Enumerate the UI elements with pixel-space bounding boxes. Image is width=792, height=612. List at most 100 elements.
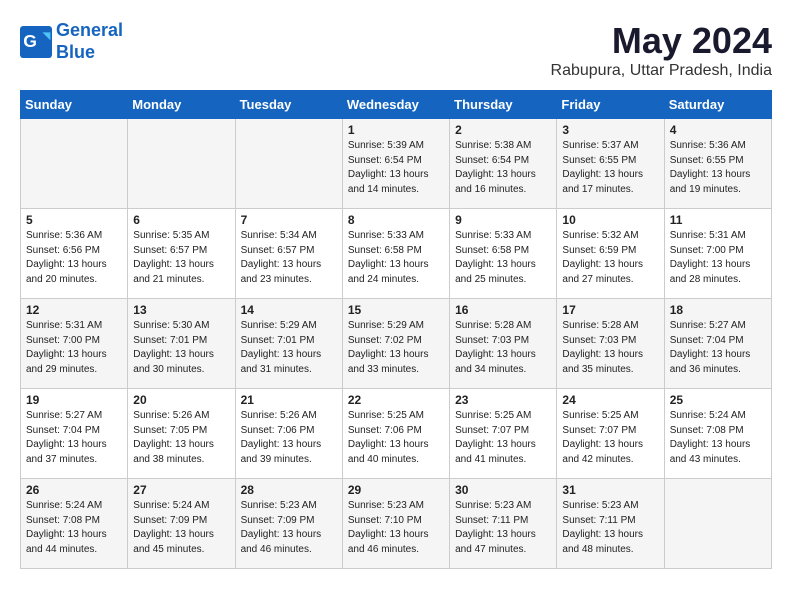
day-number: 8 bbox=[348, 213, 444, 227]
weekday-header: Friday bbox=[557, 91, 664, 119]
calendar-cell: 6Sunrise: 5:35 AM Sunset: 6:57 PM Daylig… bbox=[128, 209, 235, 299]
day-info: Sunrise: 5:23 AM Sunset: 7:09 PM Dayligh… bbox=[241, 499, 337, 557]
calendar-cell: 20Sunrise: 5:26 AM Sunset: 7:05 PM Dayli… bbox=[128, 389, 235, 479]
calendar-cell: 26 Sunrise: 5:24 AM Sunset: 7:08 PM Dayli… bbox=[21, 479, 128, 569]
day-number: 23 bbox=[455, 393, 551, 407]
day-info: Sunrise: 5:30 AM Sunset: 7:01 PM Dayligh… bbox=[133, 319, 229, 377]
day-info: Sunrise: 5:34 AM Sunset: 6:57 PM Dayligh… bbox=[241, 229, 337, 287]
weekday-header: Thursday bbox=[450, 91, 557, 119]
day-info: Sunrise: 5:25 AM Sunset: 7:07 PM Dayligh… bbox=[562, 409, 658, 467]
day-number: 27 bbox=[133, 483, 229, 497]
calendar-cell: 11 Sunrise: 5:31 AM Sunset: 7:00 PM Dayli… bbox=[664, 209, 771, 299]
calendar-cell: 29Sunrise: 5:23 AM Sunset: 7:10 PM Dayli… bbox=[342, 479, 449, 569]
day-info: Sunrise: 5:29 AM Sunset: 7:02 PM Dayligh… bbox=[348, 319, 444, 377]
day-number: 22 bbox=[348, 393, 444, 407]
day-info: Sunrise: 5:24 AM Sunset: 7:08 PM Dayligh… bbox=[670, 409, 766, 467]
calendar-cell: 23 Sunrise: 5:25 AM Sunset: 7:07 PM Dayli… bbox=[450, 389, 557, 479]
day-number: 16 bbox=[455, 303, 551, 317]
day-info: Sunrise: 5:25 AM Sunset: 7:06 PM Dayligh… bbox=[348, 409, 444, 467]
day-number: 25 bbox=[670, 393, 766, 407]
calendar-cell: 18Sunrise: 5:27 AM Sunset: 7:04 PM Dayli… bbox=[664, 299, 771, 389]
calendar-cell: 13Sunrise: 5:30 AM Sunset: 7:01 PM Dayli… bbox=[128, 299, 235, 389]
day-info: Sunrise: 5:33 AM Sunset: 6:58 PM Dayligh… bbox=[348, 229, 444, 287]
day-info: Sunrise: 5:32 AM Sunset: 6:59 PM Dayligh… bbox=[562, 229, 658, 287]
calendar-cell: 30Sunrise: 5:23 AM Sunset: 7:11 PM Dayli… bbox=[450, 479, 557, 569]
calendar-header: SundayMondayTuesdayWednesdayThursdayFrid… bbox=[21, 91, 772, 119]
logo-icon: G bbox=[20, 26, 52, 58]
day-number: 10 bbox=[562, 213, 658, 227]
day-info: Sunrise: 5:25 AM Sunset: 7:07 PM Dayligh… bbox=[455, 409, 551, 467]
calendar-cell: 28 Sunrise: 5:23 AM Sunset: 7:09 PM Dayli… bbox=[235, 479, 342, 569]
day-info: Sunrise: 5:26 AM Sunset: 7:06 PM Dayligh… bbox=[241, 409, 337, 467]
calendar-cell bbox=[664, 479, 771, 569]
calendar-cell bbox=[21, 119, 128, 209]
day-number: 11 bbox=[670, 213, 766, 227]
day-number: 24 bbox=[562, 393, 658, 407]
day-number: 31 bbox=[562, 483, 658, 497]
weekday-header: Sunday bbox=[21, 91, 128, 119]
calendar-cell: 17 Sunrise: 5:28 AM Sunset: 7:03 PM Dayli… bbox=[557, 299, 664, 389]
day-info: Sunrise: 5:29 AM Sunset: 7:01 PM Dayligh… bbox=[241, 319, 337, 377]
day-number: 14 bbox=[241, 303, 337, 317]
calendar-cell: 3Sunrise: 5:37 AM Sunset: 6:55 PM Daylig… bbox=[557, 119, 664, 209]
day-info: Sunrise: 5:28 AM Sunset: 7:03 PM Dayligh… bbox=[562, 319, 658, 377]
weekday-header: Monday bbox=[128, 91, 235, 119]
day-number: 28 bbox=[241, 483, 337, 497]
calendar-cell: 1 Sunrise: 5:39 AM Sunset: 6:54 PM Daylig… bbox=[342, 119, 449, 209]
calendar-subtitle: Rabupura, Uttar Pradesh, India bbox=[551, 62, 772, 80]
day-number: 15 bbox=[348, 303, 444, 317]
day-number: 2 bbox=[455, 123, 551, 137]
weekday-row: SundayMondayTuesdayWednesdayThursdayFrid… bbox=[21, 91, 772, 119]
day-number: 30 bbox=[455, 483, 551, 497]
day-number: 21 bbox=[241, 393, 337, 407]
calendar-cell: 25 Sunrise: 5:24 AM Sunset: 7:08 PM Dayli… bbox=[664, 389, 771, 479]
day-info: Sunrise: 5:27 AM Sunset: 7:04 PM Dayligh… bbox=[26, 409, 122, 467]
calendar-cell: 15 Sunrise: 5:29 AM Sunset: 7:02 PM Dayli… bbox=[342, 299, 449, 389]
calendar-cell: 2Sunrise: 5:38 AM Sunset: 6:54 PM Daylig… bbox=[450, 119, 557, 209]
day-info: Sunrise: 5:39 AM Sunset: 6:54 PM Dayligh… bbox=[348, 139, 444, 197]
calendar-week-row: 26 Sunrise: 5:24 AM Sunset: 7:08 PM Dayli… bbox=[21, 479, 772, 569]
calendar-cell: 4 Sunrise: 5:36 AM Sunset: 6:55 PM Daylig… bbox=[664, 119, 771, 209]
day-number: 7 bbox=[241, 213, 337, 227]
calendar-cell: 12 Sunrise: 5:31 AM Sunset: 7:00 PM Dayli… bbox=[21, 299, 128, 389]
day-number: 26 bbox=[26, 483, 122, 497]
calendar-cell: 27 Sunrise: 5:24 AM Sunset: 7:09 PM Dayli… bbox=[128, 479, 235, 569]
day-info: Sunrise: 5:37 AM Sunset: 6:55 PM Dayligh… bbox=[562, 139, 658, 197]
calendar-week-row: 19 Sunrise: 5:27 AM Sunset: 7:04 PM Dayli… bbox=[21, 389, 772, 479]
day-info: Sunrise: 5:24 AM Sunset: 7:09 PM Dayligh… bbox=[133, 499, 229, 557]
day-info: Sunrise: 5:26 AM Sunset: 7:05 PM Dayligh… bbox=[133, 409, 229, 467]
calendar-cell: 21 Sunrise: 5:26 AM Sunset: 7:06 PM Dayli… bbox=[235, 389, 342, 479]
day-info: Sunrise: 5:27 AM Sunset: 7:04 PM Dayligh… bbox=[670, 319, 766, 377]
day-number: 12 bbox=[26, 303, 122, 317]
day-info: Sunrise: 5:24 AM Sunset: 7:08 PM Dayligh… bbox=[26, 499, 122, 557]
weekday-header: Wednesday bbox=[342, 91, 449, 119]
calendar-cell bbox=[128, 119, 235, 209]
calendar-cell: 22 Sunrise: 5:25 AM Sunset: 7:06 PM Dayli… bbox=[342, 389, 449, 479]
calendar-cell: 5 Sunrise: 5:36 AM Sunset: 6:56 PM Daylig… bbox=[21, 209, 128, 299]
day-info: Sunrise: 5:31 AM Sunset: 7:00 PM Dayligh… bbox=[670, 229, 766, 287]
day-info: Sunrise: 5:36 AM Sunset: 6:56 PM Dayligh… bbox=[26, 229, 122, 287]
calendar-week-row: 1 Sunrise: 5:39 AM Sunset: 6:54 PM Daylig… bbox=[21, 119, 772, 209]
day-number: 17 bbox=[562, 303, 658, 317]
calendar-cell bbox=[235, 119, 342, 209]
calendar-cell: 16 Sunrise: 5:28 AM Sunset: 7:03 PM Dayli… bbox=[450, 299, 557, 389]
logo: G GeneralBlue bbox=[20, 20, 123, 63]
day-number: 1 bbox=[348, 123, 444, 137]
day-number: 4 bbox=[670, 123, 766, 137]
day-info: Sunrise: 5:36 AM Sunset: 6:55 PM Dayligh… bbox=[670, 139, 766, 197]
day-info: Sunrise: 5:23 AM Sunset: 7:10 PM Dayligh… bbox=[348, 499, 444, 557]
day-info: Sunrise: 5:28 AM Sunset: 7:03 PM Dayligh… bbox=[455, 319, 551, 377]
weekday-header: Tuesday bbox=[235, 91, 342, 119]
day-number: 5 bbox=[26, 213, 122, 227]
calendar-week-row: 5 Sunrise: 5:36 AM Sunset: 6:56 PM Daylig… bbox=[21, 209, 772, 299]
calendar-title: May 2024 bbox=[551, 20, 772, 62]
calendar-cell: 31Sunrise: 5:23 AM Sunset: 7:11 PM Dayli… bbox=[557, 479, 664, 569]
calendar-cell: 10 Sunrise: 5:32 AM Sunset: 6:59 PM Dayli… bbox=[557, 209, 664, 299]
calendar-cell: 19 Sunrise: 5:27 AM Sunset: 7:04 PM Dayli… bbox=[21, 389, 128, 479]
day-number: 19 bbox=[26, 393, 122, 407]
title-block: May 2024 Rabupura, Uttar Pradesh, India bbox=[551, 20, 772, 80]
page-header: G GeneralBlue May 2024 Rabupura, Uttar P… bbox=[20, 20, 772, 80]
day-info: Sunrise: 5:31 AM Sunset: 7:00 PM Dayligh… bbox=[26, 319, 122, 377]
weekday-header: Saturday bbox=[664, 91, 771, 119]
day-number: 6 bbox=[133, 213, 229, 227]
